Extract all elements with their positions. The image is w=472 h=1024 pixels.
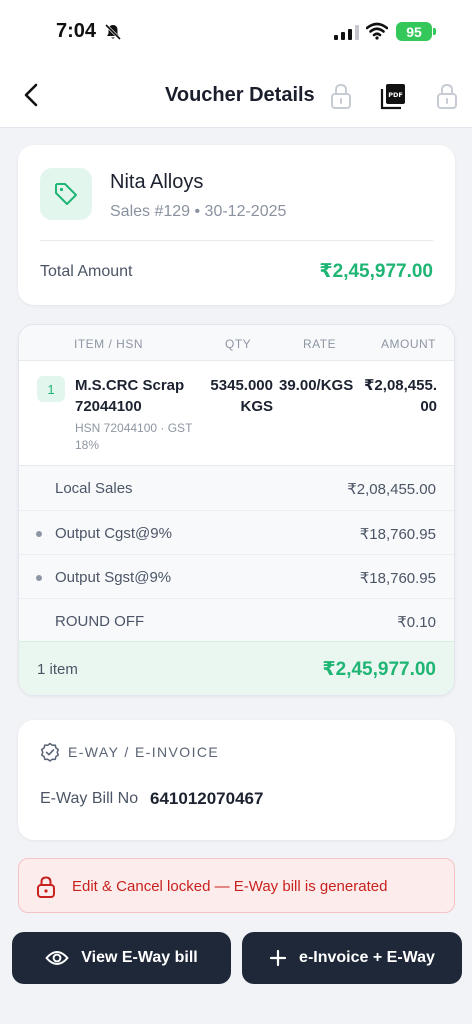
- item-name: M.S.CRC Scrap 72044100: [75, 377, 185, 415]
- eway-card: E-WAY / E-INVOICE E-Way Bill No 64101207…: [18, 720, 455, 840]
- bell-muted-icon: [104, 23, 122, 41]
- eway-bill-number: 641012070467: [150, 789, 264, 808]
- app-header: Voucher Details PDF: [0, 62, 472, 128]
- bullet-dot: [36, 575, 42, 581]
- status-time: 7:04: [56, 20, 97, 42]
- item-qty: 5345.000 KGS: [210, 377, 273, 415]
- ledger-row-output-cgst: Output Cgst@9% ₹18,760.95: [19, 510, 454, 554]
- ledger-value: ₹18,760.95: [359, 526, 436, 543]
- lock-notice-banner: Edit & Cancel locked — E-Way bill is gen…: [18, 858, 455, 913]
- ledger-value: ₹2,08,455.00: [347, 481, 436, 498]
- page-title: Voucher Details: [165, 84, 315, 106]
- verified-badge-icon: [40, 742, 60, 762]
- column-header-amount: AMOUNT: [381, 337, 436, 351]
- items-grand-total: ₹2,45,977.00: [322, 659, 436, 680]
- ledger-label: Local Sales: [55, 480, 133, 497]
- item-count: 1 item: [37, 661, 78, 678]
- ledger-row-round-off: ROUND OFF ₹0.10: [19, 598, 454, 642]
- voucher-number-date: Sales #129 • 30-12-2025: [110, 203, 287, 220]
- eye-icon: [45, 951, 69, 965]
- battery-level: 95: [406, 23, 422, 40]
- battery-tip: [433, 28, 436, 35]
- items-card: ITEM / HSN QTY RATE AMOUNT 1 M.S.CRC Scr…: [18, 324, 455, 696]
- party-avatar: [40, 168, 92, 220]
- item-rate: 39.00/KGS: [279, 377, 354, 394]
- eway-bill-label: E-Way Bill No: [40, 790, 139, 807]
- pdf-icon[interactable]: PDF: [380, 82, 406, 110]
- lock-icon[interactable]: [434, 82, 460, 110]
- status-bar: 7:04 95: [0, 0, 472, 62]
- ledger-label: ROUND OFF: [55, 613, 145, 630]
- lock-icon: [37, 876, 55, 898]
- total-amount-label: Total Amount: [40, 263, 133, 280]
- total-amount-value: ₹2,45,977.00: [319, 261, 433, 282]
- party-card: Nita Alloys Sales #129 • 30-12-2025 Tota…: [18, 145, 455, 305]
- einvoice-eway-label: e-Invoice + E-Way: [299, 949, 435, 966]
- lock-icon[interactable]: [328, 82, 354, 110]
- view-eway-bill-label: View E-Way bill: [81, 949, 198, 966]
- ledger-label: Output Sgst@9%: [55, 569, 172, 586]
- plus-icon: [269, 949, 287, 967]
- battery-indicator: 95: [396, 22, 432, 41]
- divider: [40, 240, 433, 241]
- item-hsn-gst: HSN 72044100 · GST 18%: [75, 421, 193, 452]
- view-eway-bill-button[interactable]: View E-Way bill: [12, 932, 231, 984]
- ledger-value: ₹0.10: [397, 614, 436, 631]
- wifi-icon: [366, 22, 388, 40]
- ledger-label: Output Cgst@9%: [55, 525, 172, 542]
- back-chevron-icon[interactable]: [18, 80, 46, 110]
- table-row[interactable]: 1 M.S.CRC Scrap 72044100 HSN 72044100 · …: [19, 361, 454, 465]
- item-index-badge: 1: [37, 376, 65, 402]
- ledger-row-local-sales: Local Sales ₹2,08,455.00: [19, 466, 454, 510]
- column-header-qty: QTY: [225, 337, 252, 351]
- ledger-row-output-sgst: Output Sgst@9% ₹18,760.95: [19, 554, 454, 598]
- bullet-dot: [36, 531, 42, 537]
- lock-notice-text: Edit & Cancel locked — E-Way bill is gen…: [72, 878, 388, 895]
- tag-icon: [55, 183, 77, 205]
- svg-text:PDF: PDF: [388, 91, 403, 99]
- ledger-value: ₹18,760.95: [359, 570, 436, 587]
- column-header-rate: RATE: [303, 337, 337, 351]
- items-table-header: ITEM / HSN QTY RATE AMOUNT: [19, 325, 454, 361]
- party-name: Nita Alloys: [110, 171, 204, 193]
- ledger-list: Local Sales ₹2,08,455.00 Output Cgst@9% …: [19, 465, 454, 641]
- einvoice-eway-button[interactable]: e-Invoice + E-Way: [242, 932, 462, 984]
- item-amount: ₹2,08,455.00: [364, 377, 437, 415]
- cellular-signal-icon: [334, 25, 359, 40]
- column-header-item-hsn: ITEM / HSN: [74, 337, 144, 351]
- items-footer: 1 item ₹2,45,977.00: [19, 641, 454, 695]
- eway-section-title: E-WAY / E-INVOICE: [68, 744, 220, 760]
